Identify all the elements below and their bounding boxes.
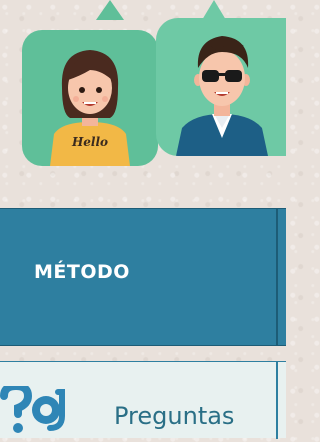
column-divider bbox=[276, 209, 278, 345]
method-label: MÉTODO bbox=[34, 261, 130, 283]
girl-icon: Hello bbox=[50, 50, 130, 166]
column-divider bbox=[276, 362, 278, 439]
boy-icon bbox=[176, 36, 268, 156]
speech-bubble-tail bbox=[202, 0, 226, 20]
avatar-girl: Hello bbox=[22, 30, 158, 166]
avatars-illustration: Hello bbox=[0, 0, 286, 192]
shirt-hello-text: Hello bbox=[71, 135, 108, 149]
speech-bubble-tail bbox=[96, 0, 124, 20]
questions-item[interactable]: Preguntas bbox=[0, 361, 286, 439]
question-chat-icon bbox=[0, 386, 65, 433]
method-banner[interactable]: MÉTODO bbox=[0, 208, 286, 346]
questions-label: Preguntas bbox=[114, 402, 235, 430]
avatar-boy bbox=[156, 18, 286, 156]
